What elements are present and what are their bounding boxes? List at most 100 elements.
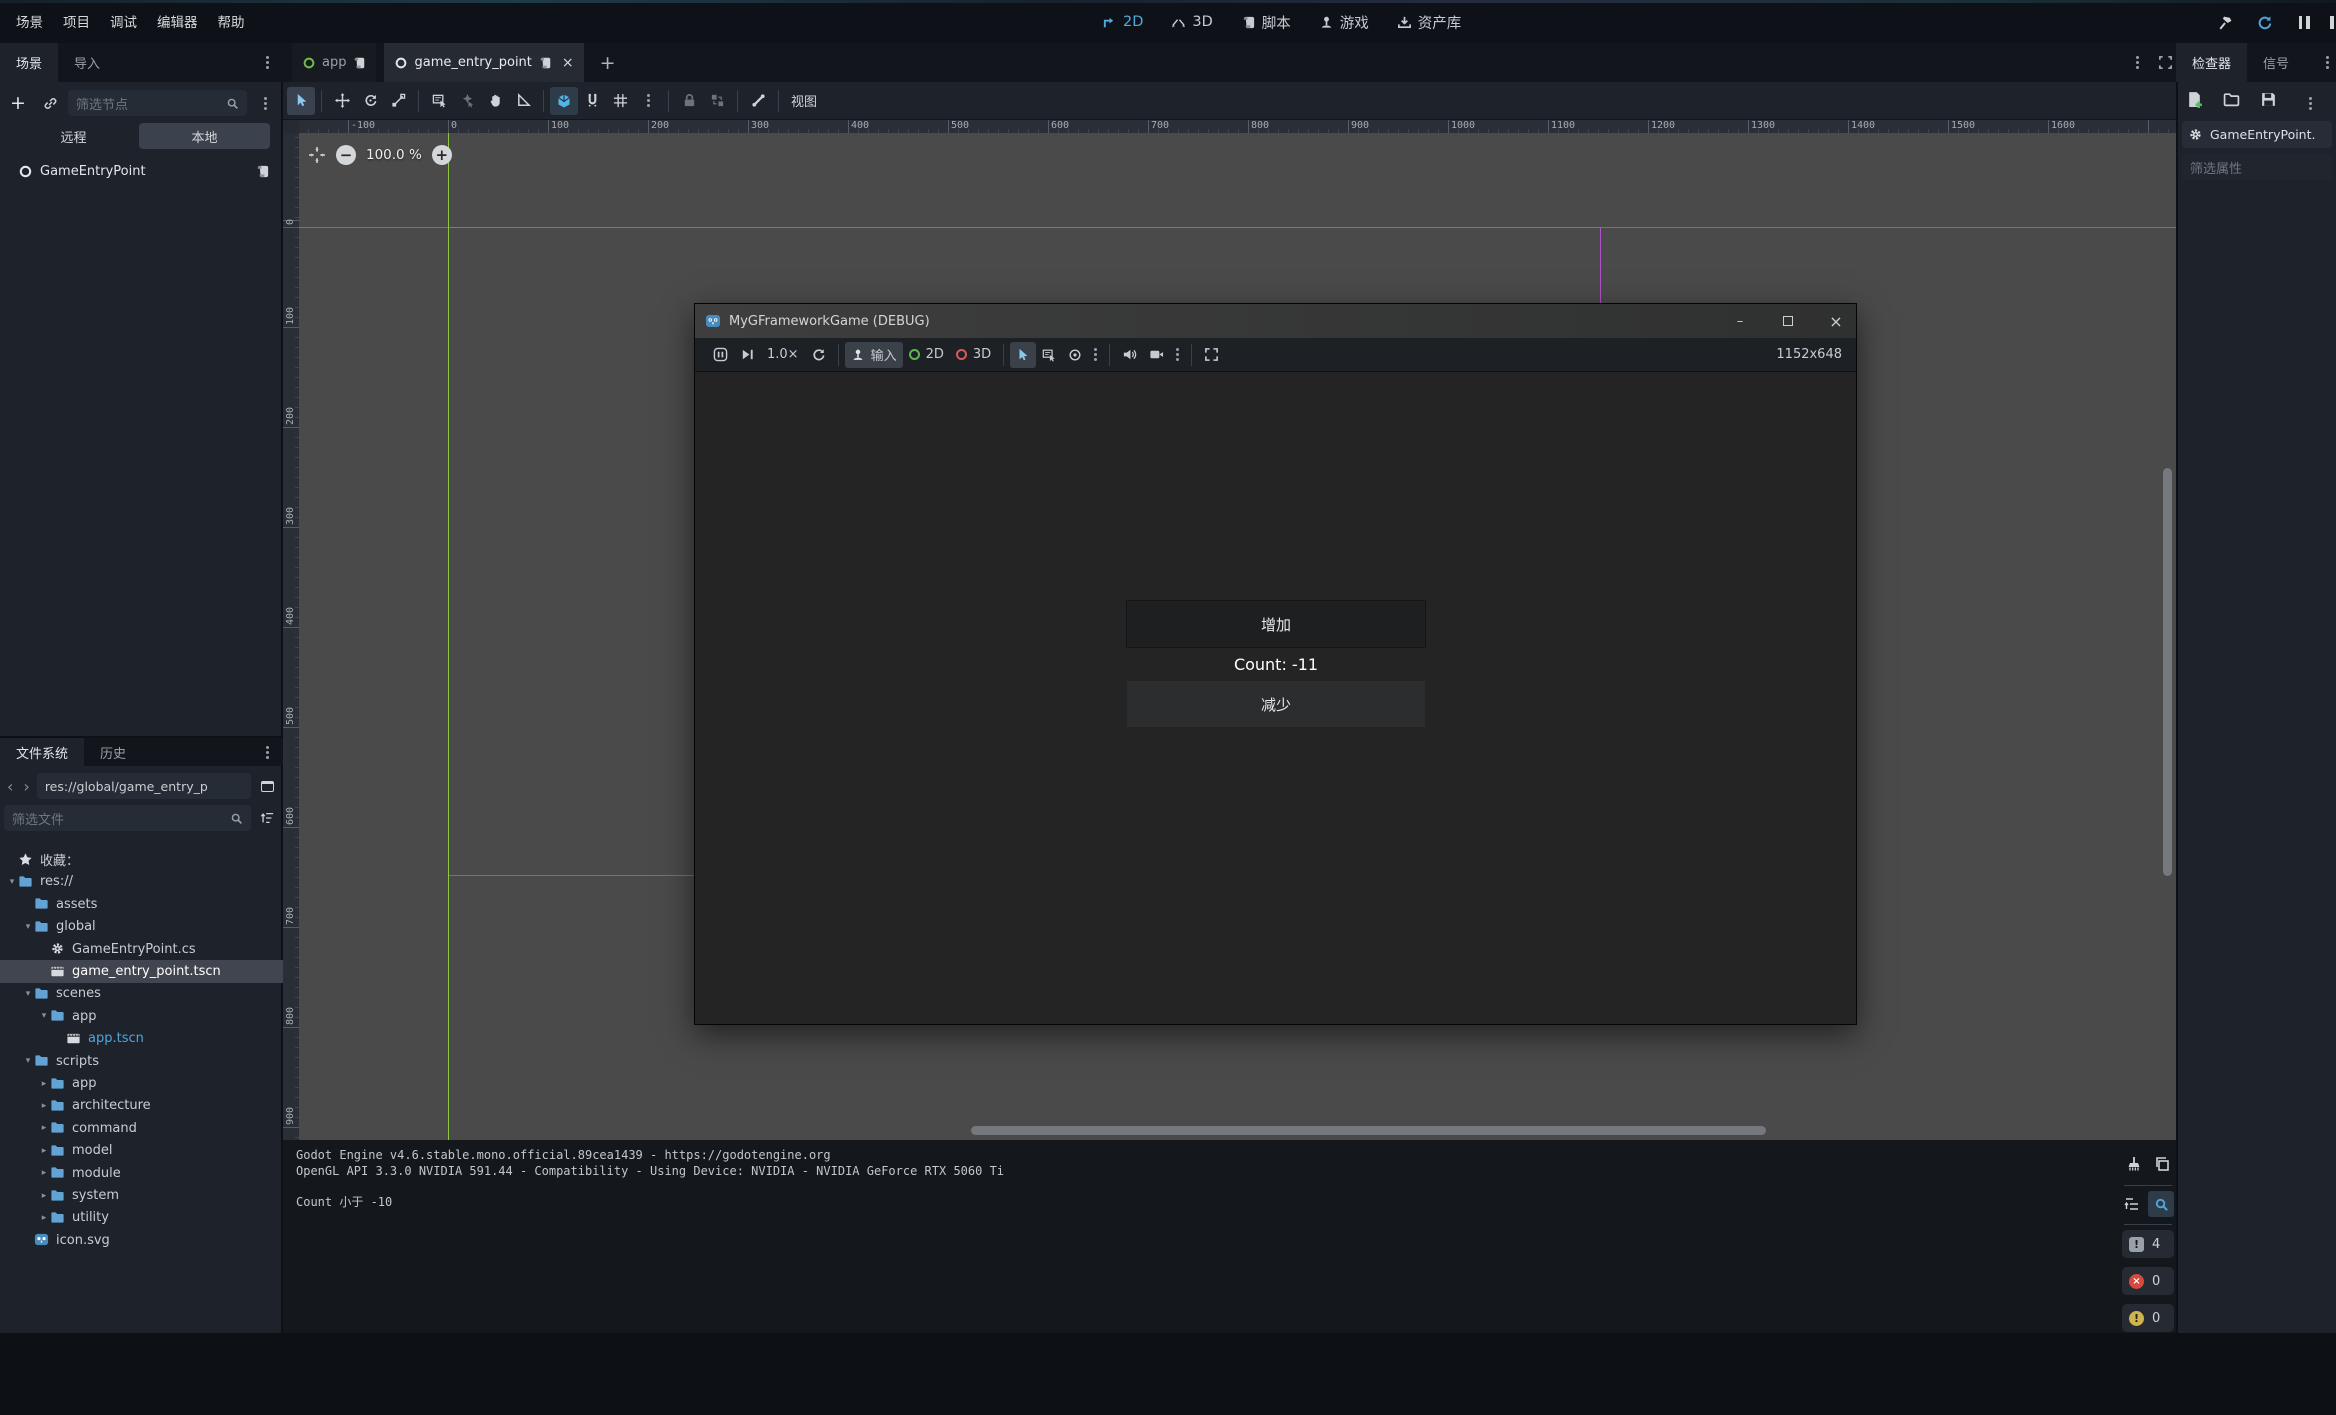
tree-expand-icon[interactable]: ▸ [38,1168,50,1178]
clear-output-icon[interactable] [2126,1156,2142,1172]
workspace-game-button[interactable]: 游戏 [1315,10,1373,35]
pan-tool-button[interactable] [481,87,509,115]
snap-magnet-button[interactable] [578,87,606,115]
tab-history[interactable]: 历史 [84,738,142,766]
select-3d-mode-button[interactable]: 3D [950,342,997,368]
lock-button[interactable] [675,87,703,115]
next-frame-button[interactable] [734,342,761,368]
decrease-button[interactable]: 减少 [1126,680,1426,728]
volume-button[interactable] [1116,342,1143,368]
messages-badge[interactable]: ! 4 [2122,1230,2174,1258]
input-mode-button[interactable]: 输入 [845,342,903,368]
scene-tab-game-entry-point[interactable]: game_entry_point × [384,43,583,82]
pause-button[interactable] [2290,8,2318,36]
viewport-menu-icon[interactable] [2136,61,2139,64]
warnings-badge[interactable]: ! 0 [2122,1304,2174,1332]
file-tree-item[interactable]: 收藏： [0,848,283,871]
file-tree-item[interactable]: ▸command [0,1117,283,1140]
back-icon[interactable]: ‹ [4,777,16,796]
scene-tab-app[interactable]: app [292,43,376,82]
speed-label[interactable]: 1.0× [761,342,805,368]
center-view-icon[interactable] [308,146,326,164]
workspace-script-button[interactable]: 脚本 [1237,10,1295,35]
ruler-tool-button[interactable] [509,87,537,115]
file-tree-item[interactable]: ▸utility [0,1206,283,1229]
camera-menu-icon[interactable] [1170,342,1185,368]
close-icon[interactable]: × [562,55,574,71]
file-tree-item[interactable]: ▸architecture [0,1094,283,1117]
file-tree-item[interactable]: ▾res:// [0,870,283,893]
workspace-3d-button[interactable]: 3D [1167,12,1216,32]
zoom-out-icon[interactable]: − [336,145,356,165]
tree-expand-icon[interactable]: ▾ [22,989,34,999]
distraction-free-icon[interactable] [2158,55,2173,70]
tab-import-dock[interactable]: 导入 [58,43,116,82]
workspace-2d-button[interactable]: 2D [1098,12,1147,32]
select-2d-mode-button[interactable]: 2D [903,342,950,368]
script-icon[interactable] [352,56,366,70]
game-debug-window[interactable]: MyGFrameworkGame (DEBUG) – × 1.0× 输入 2D … [694,303,1857,1025]
new-tab-icon[interactable]: + [600,52,616,74]
load-resource-icon[interactable] [2223,91,2240,108]
tab-filesystem[interactable]: 文件系统 [0,738,84,766]
menu-editor[interactable]: 编辑器 [147,9,208,37]
remote-button[interactable]: 远程 [8,123,139,149]
search-output-icon[interactable] [2148,1191,2174,1217]
game-window-titlebar[interactable]: MyGFrameworkGame (DEBUG) – × [695,304,1856,338]
new-resource-icon[interactable] [2186,91,2203,108]
game-list-select-button[interactable] [1036,342,1062,368]
menu-project[interactable]: 项目 [53,9,100,37]
file-tree-item[interactable]: ▾app [0,1005,283,1028]
path-input[interactable]: res://global/game_entry_p [37,773,251,799]
menu-help[interactable]: 帮助 [208,9,255,37]
horizontal-scrollbar[interactable] [971,1126,1766,1135]
filter-properties-input[interactable]: 筛选属性 [2182,154,2332,180]
script-icon[interactable] [538,56,552,70]
focus-selection-button[interactable] [1062,342,1088,368]
view-menu-button[interactable]: 视图 [785,91,823,110]
restart-button[interactable] [2250,8,2278,36]
snap-options-menu-icon[interactable] [634,87,662,115]
file-tree-item[interactable]: icon.svg [0,1229,283,1252]
inspected-object-row[interactable]: GameEntryPoint. [2182,121,2332,148]
select-tool-button[interactable] [287,87,315,115]
scene-dock-menu-icon[interactable] [266,61,269,64]
scene-tree-root-row[interactable]: GameEntryPoint [18,160,274,183]
tree-expand-icon[interactable]: ▾ [38,1011,50,1021]
game-select-tool-button[interactable] [1010,342,1036,368]
add-node-icon[interactable]: + [4,89,32,117]
file-tree-item[interactable]: app.tscn [0,1027,283,1050]
file-tree-item[interactable]: ▾scripts [0,1050,283,1073]
game-selection-menu-icon[interactable] [1088,342,1103,368]
tree-expand-icon[interactable]: ▸ [38,1079,50,1089]
reset-speed-button[interactable] [805,342,832,368]
tree-expand-icon[interactable]: ▸ [38,1213,50,1223]
camera-override-button[interactable] [1143,342,1170,368]
split-view-icon[interactable] [255,772,279,800]
file-tree-item[interactable]: ▸model [0,1139,283,1162]
tree-expand-icon[interactable]: ▾ [6,877,18,887]
list-select-tool-button[interactable] [425,87,453,115]
file-tree-item[interactable]: ▸app [0,1072,283,1095]
deselect-tool-button[interactable] [453,87,481,115]
tab-scene-dock[interactable]: 场景 [0,43,58,82]
tree-expand-icon[interactable]: ▸ [38,1123,50,1133]
forward-icon[interactable]: › [20,777,32,796]
tab-signals[interactable]: 信号 [2247,43,2305,82]
link-icon[interactable] [36,89,64,117]
workspace-assetlib-button[interactable]: 资产库 [1393,10,1466,35]
rotate-tool-button[interactable] [356,87,384,115]
increase-button[interactable]: 增加 [1126,600,1426,648]
local-button[interactable]: 本地 [139,123,270,149]
file-tree-item[interactable]: ▾scenes [0,982,283,1005]
sort-icon[interactable] [255,804,279,832]
group-button[interactable] [703,87,731,115]
move-tool-button[interactable] [328,87,356,115]
grid-snap-button[interactable] [606,87,634,115]
close-window-icon[interactable]: × [1816,304,1856,338]
suspend-button[interactable] [707,342,734,368]
smart-snap-button[interactable] [550,87,578,115]
embed-fullscreen-button[interactable] [1198,342,1225,368]
tree-expand-icon[interactable]: ▸ [38,1191,50,1201]
inspector-menu-icon[interactable] [2297,90,2312,109]
